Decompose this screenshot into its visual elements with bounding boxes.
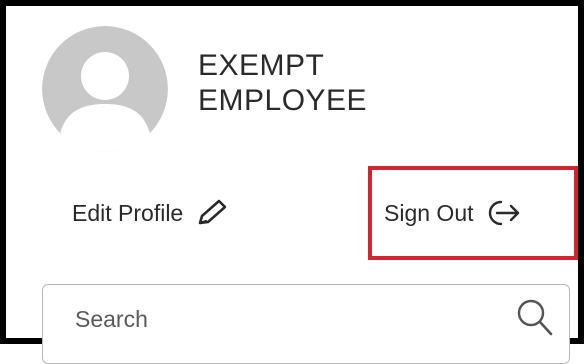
user-name: EXEMPT EMPLOYEE	[198, 48, 367, 118]
sign-out-arrow-icon	[488, 198, 522, 228]
edit-profile-button[interactable]: Edit Profile	[72, 198, 229, 228]
avatar	[42, 26, 168, 152]
sign-out-label: Sign Out	[384, 199, 474, 226]
user-name-line-1: EXEMPT	[198, 49, 325, 82]
search-icon[interactable]	[515, 297, 555, 344]
search-box	[42, 284, 570, 364]
user-name-line-2: EMPLOYEE	[198, 84, 368, 117]
profile-menu-panel: EXEMPT EMPLOYEE Edit Profile Sign Out	[0, 0, 584, 364]
search-input[interactable]	[75, 299, 475, 339]
edit-profile-label: Edit Profile	[72, 199, 184, 226]
default-user-avatar-icon	[42, 26, 168, 152]
sign-out-button[interactable]: Sign Out	[384, 198, 522, 228]
pencil-icon	[195, 198, 229, 228]
